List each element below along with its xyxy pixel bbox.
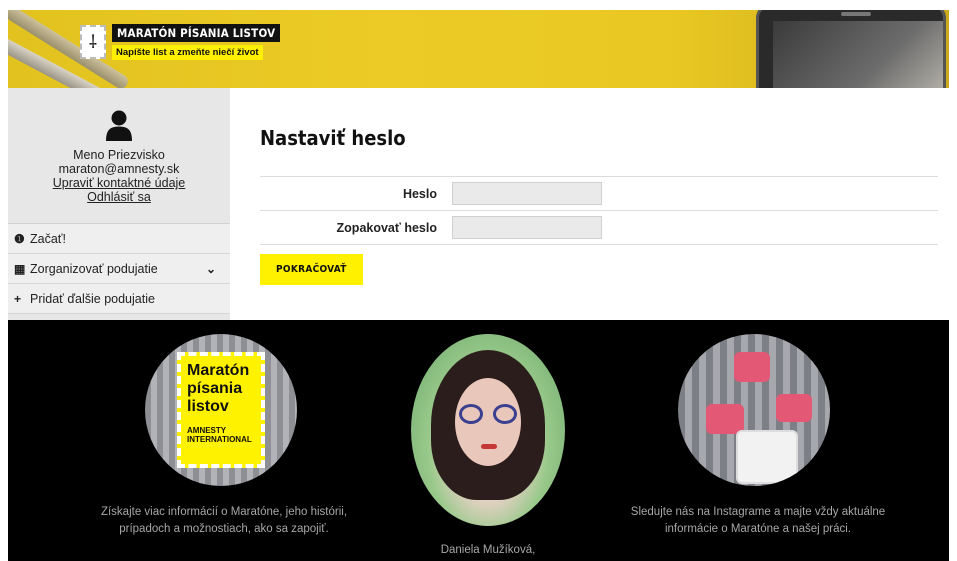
stamp-title-line: písania bbox=[187, 380, 243, 397]
header-banner: ⸸ MARATÓN PÍSANIA LISTOV Napíšte list a … bbox=[8, 10, 949, 88]
sidebar-item-organize-event[interactable]: ▦ Zorganizovať podujatie ⌄ bbox=[8, 254, 230, 284]
edit-contact-link[interactable]: Upraviť kontaktné údaje bbox=[53, 176, 186, 190]
sidebar-item-label: Zorganizovať podujatie bbox=[30, 261, 158, 276]
password-repeat-label: Zopakovať heslo bbox=[336, 220, 437, 235]
stamp-card: Maratón písania listov AMNESTY INTERNATI… bbox=[177, 352, 265, 468]
user-name: Meno Priezvisko bbox=[73, 148, 165, 162]
sidebar-item-label: Pridať ďalšie podujatie bbox=[30, 291, 155, 306]
marathon-stamp-image[interactable]: Maratón písania listov AMNESTY INTERNATI… bbox=[145, 334, 297, 486]
logout-link[interactable]: Odhlásiť sa bbox=[87, 190, 151, 204]
caption-left: Získajte viac informácií o Maratóne, jeh… bbox=[100, 506, 348, 535]
phone-icon bbox=[736, 430, 798, 484]
portrait-photo bbox=[411, 334, 565, 526]
user-email: maraton@amnesty.sk bbox=[58, 162, 180, 176]
instagram-image[interactable] bbox=[678, 334, 830, 486]
main-content: Nastaviť heslo Heslo Zopakovať heslo POK… bbox=[260, 88, 938, 285]
logo-subtitle: Napíšte list a zmeňte niečí život bbox=[112, 45, 263, 60]
form-row-password: Heslo bbox=[260, 177, 938, 211]
stamp-org-name: AMNESTY INTERNATIONAL bbox=[187, 426, 252, 444]
stamp-title-line: Maratón bbox=[187, 362, 250, 379]
caption-right: Sledujte nás na Instagrame a majte vždy … bbox=[630, 506, 886, 535]
phone-image bbox=[756, 10, 946, 88]
amnesty-candle-icon: ⸸ bbox=[80, 25, 106, 59]
password-field[interactable] bbox=[452, 182, 602, 205]
info-icon: ❶ bbox=[14, 231, 25, 246]
sidebar: Meno Priezvisko maraton@amnesty.sk Uprav… bbox=[8, 88, 230, 320]
user-bubble-icon bbox=[776, 394, 812, 422]
site-logo[interactable]: ⸸ MARATÓN PÍSANIA LISTOV Napíšte list a … bbox=[80, 24, 281, 60]
sidebar-item-label: Začať! bbox=[30, 231, 66, 246]
caption-center: Daniela Mužíková, bbox=[440, 544, 536, 556]
form-row-password-repeat: Zopakovať heslo bbox=[260, 211, 938, 245]
sidebar-item-add-event[interactable]: + Pridať ďalšie podujatie bbox=[8, 284, 230, 314]
calendar-icon: ▦ bbox=[14, 261, 26, 276]
page-title: Nastaviť heslo bbox=[260, 126, 406, 150]
sidebar-item-start[interactable]: ❶ Začať! bbox=[8, 224, 230, 254]
password-label: Heslo bbox=[402, 186, 437, 201]
password-repeat-field[interactable] bbox=[452, 216, 602, 239]
set-password-form: Heslo Zopakovať heslo bbox=[260, 176, 938, 245]
plus-icon: + bbox=[14, 291, 22, 306]
heart-bubble-icon bbox=[734, 352, 770, 382]
footer: Maratón písania listov AMNESTY INTERNATI… bbox=[8, 320, 949, 561]
logo-title: MARATÓN PÍSANIA LISTOV bbox=[112, 24, 281, 42]
chevron-down-icon[interactable]: ⌄ bbox=[206, 262, 216, 276]
user-bubble-icon bbox=[706, 404, 744, 434]
stamp-title-line: listov bbox=[187, 398, 229, 415]
user-profile: Meno Priezvisko maraton@amnesty.sk Uprav… bbox=[8, 88, 230, 224]
continue-button[interactable]: POKRAČOVAŤ bbox=[260, 254, 363, 285]
user-icon bbox=[106, 110, 132, 141]
